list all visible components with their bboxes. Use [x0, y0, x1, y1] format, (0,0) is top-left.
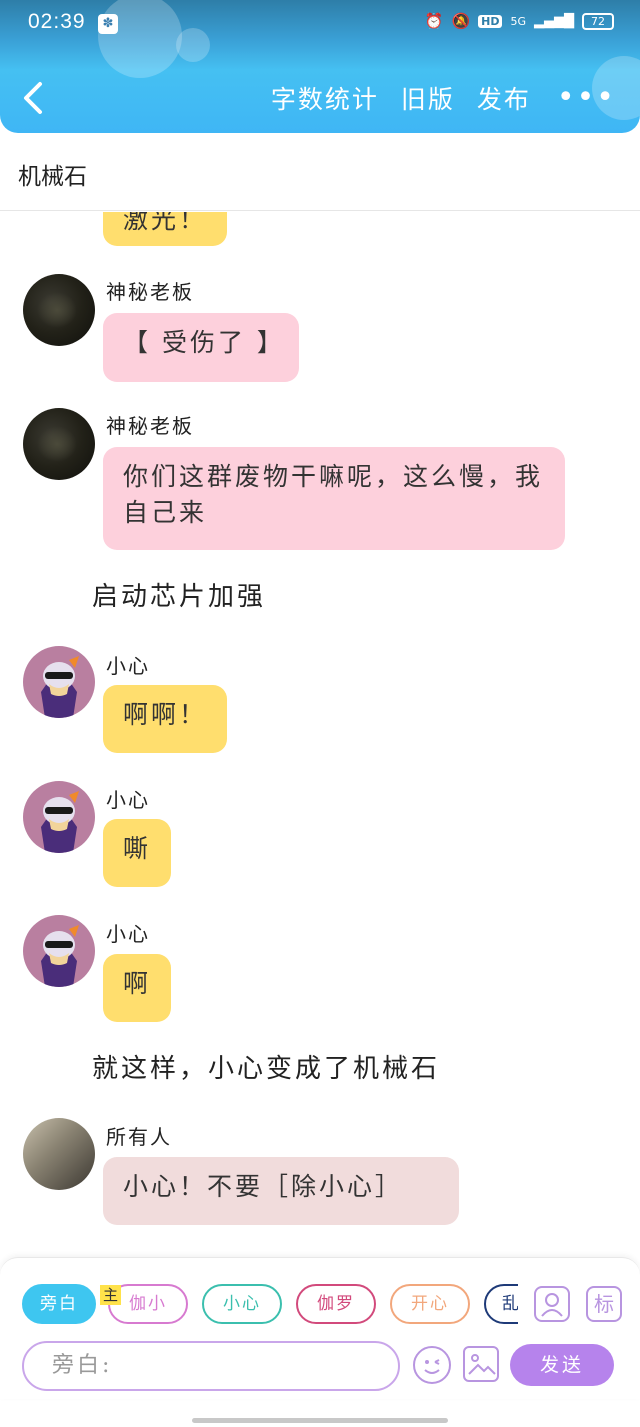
speaker-name: 小心 [106, 922, 150, 946]
message-text: 啊啊！ [123, 700, 208, 729]
message-bubble[interactable]: 【 受伤了 】 [103, 313, 299, 382]
image-icon [468, 1354, 496, 1375]
more-menu-icon[interactable]: ••• [557, 83, 616, 113]
mark-button[interactable]: 标 [586, 1286, 622, 1322]
message-text: 激光！ [123, 212, 208, 234]
back-arrow-icon [24, 82, 42, 114]
character-manage-button[interactable] [534, 1286, 570, 1322]
character-avatar-icon [41, 791, 79, 853]
story-title-row[interactable]: 机械石 [0, 133, 640, 211]
speaker-name: 神秘老板 [106, 414, 194, 438]
composer-panel: 旁白 伽小 小心 伽罗 开心 乱 标 旁白: 发送 [0, 1257, 640, 1399]
speaker-name: 神秘老板 [106, 280, 194, 304]
person-icon [541, 1293, 563, 1317]
message-bubble[interactable]: 嘶 [103, 819, 172, 887]
page-title: 机械石 [18, 164, 87, 190]
message-bubble[interactable]: 你们这群废物干嘛呢，这么慢，我自己来 [103, 447, 565, 550]
chat-list[interactable]: 激光！ 神秘老板 【 受伤了 】 神秘老板 你们这群废物干嘛呢，这么慢，我自己来… [0, 212, 640, 1257]
narration-text[interactable]: 就这样，小心变成了机械石 [92, 1048, 440, 1085]
publish-button[interactable]: 发布 [477, 80, 531, 116]
role-chip[interactable]: 开心 [390, 1284, 470, 1324]
header-actions: 字数统计 旧版 发布 ••• [249, 80, 616, 116]
message-text: 你们这群废物干嘛呢，这么慢，我自己来 [123, 462, 544, 527]
message-text: 小心！不要［除小心］ [123, 1172, 404, 1201]
smiley-icon [424, 1359, 440, 1374]
network-label: 5G [510, 14, 526, 28]
message-bubble[interactable]: 激光！ [103, 212, 228, 246]
message-text: 嘶 [123, 834, 152, 863]
avatar[interactable] [23, 915, 95, 987]
message-bubble[interactable]: 啊啊！ [103, 685, 228, 753]
alarm-icon: ⏰ [424, 12, 444, 30]
signal-icon: ▂▄▆█ [534, 13, 574, 29]
avatar[interactable] [23, 646, 95, 718]
status-icons: ⏰ 🔕 HD 5G ▂▄▆█ 72 [425, 12, 614, 30]
avatar[interactable] [23, 1118, 95, 1190]
message-bubble[interactable]: 啊 [103, 954, 172, 1022]
avatar[interactable] [23, 408, 95, 480]
role-chip[interactable]: 小心 [202, 1284, 282, 1324]
message-text: 啊 [123, 969, 152, 998]
message-input[interactable]: 旁白: [22, 1341, 400, 1391]
speaker-name: 小心 [106, 654, 150, 678]
role-chip[interactable]: 伽罗 [296, 1284, 376, 1324]
word-count-button[interactable]: 字数统计 [271, 80, 379, 116]
image-button[interactable] [463, 1346, 499, 1382]
avatar[interactable] [23, 274, 95, 346]
role-chip-row[interactable]: 旁白 伽小 小心 伽罗 开心 乱 [22, 1284, 518, 1326]
character-avatar-icon [41, 656, 79, 718]
main-role-tag: 主 [100, 1285, 122, 1305]
narration-text[interactable]: 启动芯片加强 [92, 576, 266, 613]
status-bar: 02:39 ✽ ⏰ 🔕 HD 5G ▂▄▆█ 72 [0, 0, 640, 48]
message-text: 【 受伤了 】 [123, 328, 285, 357]
status-time: 02:39 [28, 10, 86, 33]
mute-bell-icon: 🔕 [451, 12, 471, 30]
role-chip[interactable]: 乱 [484, 1284, 518, 1324]
send-button[interactable]: 发送 [510, 1344, 614, 1386]
emoji-button[interactable] [413, 1346, 451, 1384]
avatar[interactable] [23, 781, 95, 853]
battery-indicator: 72 [582, 12, 614, 30]
speaker-name: 小心 [106, 788, 150, 812]
app-header: 字数统计 旧版 发布 ••• [0, 62, 640, 133]
top-bar: 02:39 ✽ ⏰ 🔕 HD 5G ▂▄▆█ 72 字数统计 旧版 发布 ••• [0, 0, 640, 133]
role-chip-narrator[interactable]: 旁白 [22, 1284, 96, 1324]
message-bubble[interactable]: 小心！不要［除小心］ [103, 1157, 459, 1225]
home-gesture-bar[interactable] [192, 1418, 448, 1423]
hd-badge: HD [478, 14, 503, 28]
paw-app-icon: ✽ [98, 14, 118, 34]
speaker-name: 所有人 [106, 1125, 172, 1149]
old-version-button[interactable]: 旧版 [401, 80, 455, 116]
character-avatar-icon [41, 925, 79, 987]
back-button[interactable] [20, 80, 50, 116]
